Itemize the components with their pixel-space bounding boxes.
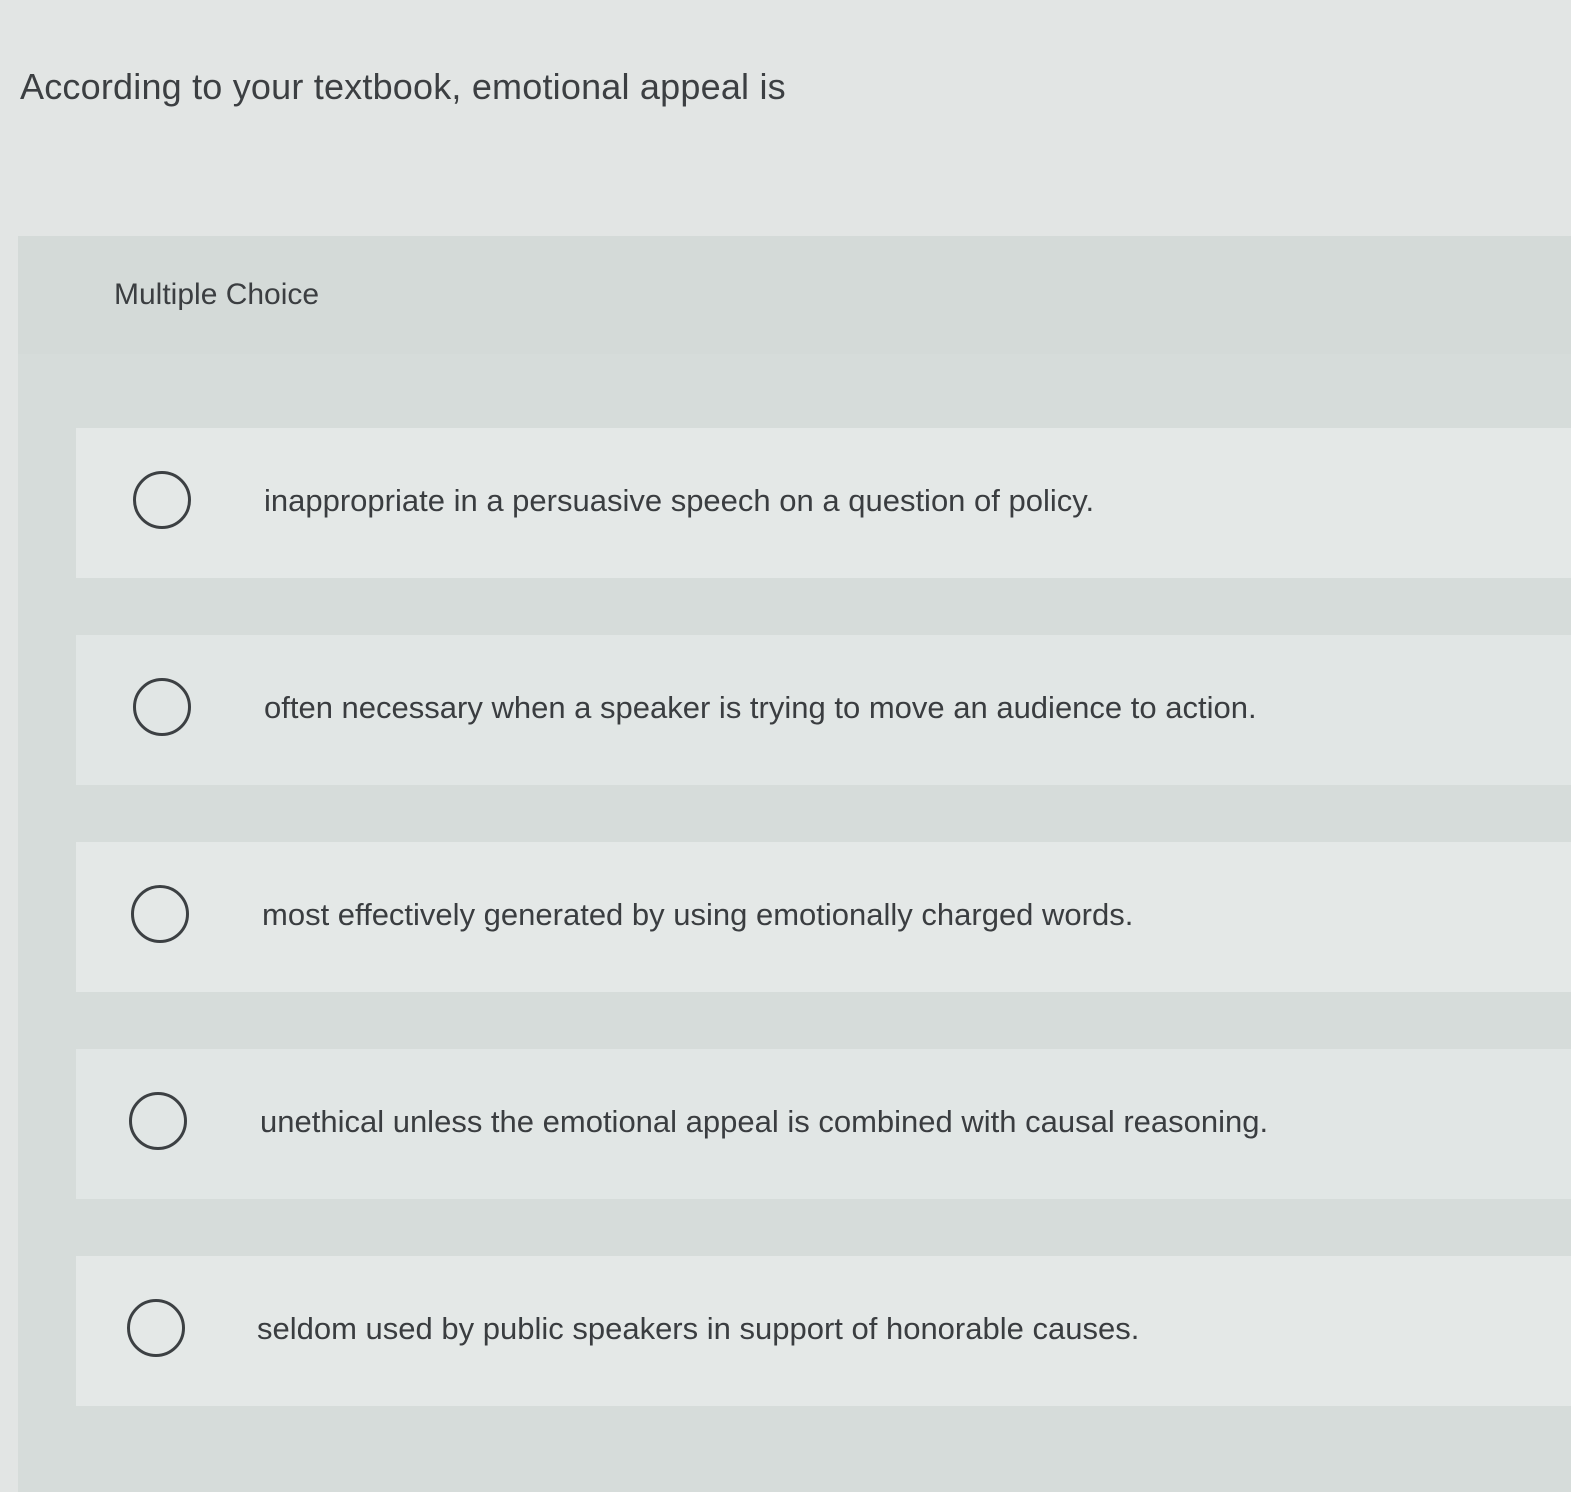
- choice-label[interactable]: most effectively generated by using emot…: [262, 897, 1133, 933]
- choice-list: inappropriate in a persuasive speech on …: [76, 428, 1571, 1463]
- radio-button-icon[interactable]: [127, 1299, 185, 1357]
- choice-option-4[interactable]: unethical unless the emotional appeal is…: [76, 1049, 1571, 1199]
- choice-option-3[interactable]: most effectively generated by using emot…: [76, 842, 1571, 992]
- radio-button-icon[interactable]: [129, 1092, 187, 1150]
- question-prompt: According to your textbook, emotional ap…: [20, 66, 786, 107]
- radio-button-icon[interactable]: [131, 885, 189, 943]
- radio-button-icon[interactable]: [133, 471, 191, 529]
- choice-option-2[interactable]: often necessary when a speaker is trying…: [76, 635, 1571, 785]
- answer-panel: Multiple Choice inappropriate in a persu…: [18, 236, 1571, 1492]
- choice-label[interactable]: inappropriate in a persuasive speech on …: [264, 483, 1094, 519]
- choice-label[interactable]: often necessary when a speaker is trying…: [264, 690, 1257, 726]
- radio-button-icon[interactable]: [133, 678, 191, 736]
- choice-label[interactable]: unethical unless the emotional appeal is…: [260, 1104, 1268, 1140]
- panel-header: Multiple Choice: [18, 236, 1571, 354]
- choice-option-5[interactable]: seldom used by public speakers in suppor…: [76, 1256, 1571, 1406]
- question-type-label: Multiple Choice: [114, 278, 320, 311]
- choice-label[interactable]: seldom used by public speakers in suppor…: [257, 1311, 1139, 1347]
- choice-option-1[interactable]: inappropriate in a persuasive speech on …: [76, 428, 1571, 578]
